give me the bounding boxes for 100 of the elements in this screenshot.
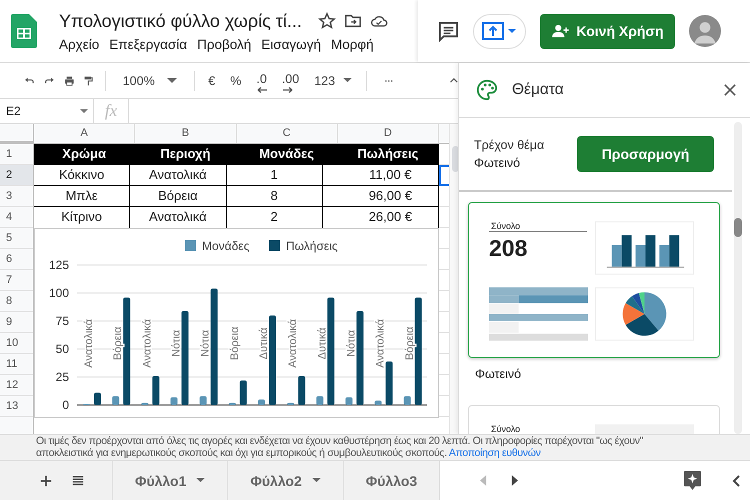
row-header[interactable]: 4 bbox=[0, 207, 33, 228]
currency-button[interactable]: € bbox=[205, 74, 218, 88]
row-header[interactable]: 13 bbox=[0, 396, 33, 417]
axis-label: 50 bbox=[56, 342, 69, 356]
chart-bar bbox=[240, 380, 247, 405]
more-icon[interactable] bbox=[384, 78, 394, 84]
chart-bar bbox=[316, 396, 324, 405]
bar-annotation: Βόρεια bbox=[404, 326, 416, 360]
table-cell: 1 bbox=[226, 165, 323, 185]
table-cell: 8 bbox=[226, 186, 323, 206]
axis-label: 75 bbox=[56, 314, 69, 328]
row-header[interactable]: 10 bbox=[0, 333, 33, 354]
row-header[interactable]: 11 bbox=[0, 354, 33, 375]
dropdown-caret-icon bbox=[166, 78, 177, 84]
axis-label: 0 bbox=[62, 398, 69, 412]
dropdown-caret-icon bbox=[80, 108, 88, 114]
total-value: 208 bbox=[489, 235, 528, 262]
row-header[interactable]: 9 bbox=[0, 312, 33, 333]
bar-annotation: Ανατολικά bbox=[287, 319, 300, 368]
sheet-list-icon[interactable] bbox=[72, 474, 84, 486]
chart-bar bbox=[152, 376, 160, 405]
panel-scrollbar-thumb[interactable] bbox=[734, 218, 742, 237]
bar-annotation: Ανατολικά bbox=[374, 319, 387, 368]
sheets-logo-icon[interactable] bbox=[11, 14, 37, 48]
legend-swatch bbox=[185, 240, 196, 251]
chart-bar bbox=[287, 402, 294, 405]
add-sheet-icon[interactable] bbox=[40, 474, 52, 486]
side-panel-caret-icon[interactable] bbox=[732, 474, 740, 486]
document-title[interactable]: Υπολογιστικό φύλλο χωρίς τί... bbox=[59, 10, 302, 32]
table-cell: 11,00 € bbox=[322, 165, 439, 185]
chart[interactable]: Μονάδες Πωλήσεις 0 25 50 75 100 125 Ανατολικά Βόρεια Ανατολικά Νότια Νότια Βόρεια Δυτικά Ανατολικά Δυτικά Νότια Ανατολικά Βόρεια bbox=[34, 228, 439, 418]
column-header[interactable]: B bbox=[135, 124, 236, 143]
row-header[interactable]: 2 bbox=[0, 165, 33, 186]
comment-icon[interactable] bbox=[438, 20, 459, 42]
menu-item[interactable]: Προβολή bbox=[197, 36, 252, 52]
notice-text: Οι τιμές δεν προέρχονται από όλες τις αγορές και ενδέχεται να έχουν καθυστέρηση έως και 20 λεπτά. Οι πληροφορίες παρέχονται "ως έχουν" bbox=[36, 435, 644, 447]
share-button[interactable]: Κοινή Χρήση bbox=[540, 14, 675, 48]
row-header[interactable]: 12 bbox=[0, 375, 33, 396]
column-header[interactable]: C bbox=[236, 124, 338, 143]
scroll-left-icon[interactable] bbox=[480, 475, 488, 486]
disclaimer-link[interactable]: Αποποίηση ευθυνών bbox=[448, 447, 541, 459]
row-header[interactable]: 7 bbox=[0, 270, 33, 291]
chart-bar bbox=[386, 361, 393, 405]
table-cell: Μπλε bbox=[34, 186, 130, 206]
legend-label: Μονάδες bbox=[202, 239, 250, 253]
menu-item[interactable]: Μορφή bbox=[331, 36, 374, 52]
dropdown-caret-icon bbox=[196, 478, 206, 483]
menu-item[interactable]: Εισαγωγή bbox=[261, 36, 321, 52]
notice-text: αποκλειστικά για ενημερωτικούς σκοπούς και όχι για εμπορικούς ή συμβουλευτικούς σκοπούς. bbox=[36, 447, 447, 459]
zoom-dropdown[interactable]: 100% bbox=[120, 74, 180, 88]
bar-annotation: Νότια bbox=[200, 330, 212, 357]
star-icon[interactable] bbox=[318, 12, 336, 30]
legend-swatch bbox=[269, 240, 280, 251]
sheet-tab[interactable]: Φύλλο2 bbox=[227, 461, 343, 500]
avatar-icon[interactable] bbox=[689, 15, 721, 47]
row-header[interactable]: 5 bbox=[0, 228, 33, 249]
axis-label: 25 bbox=[56, 370, 69, 384]
add-person-icon bbox=[551, 24, 570, 38]
explore-icon[interactable] bbox=[683, 470, 702, 491]
column-header[interactable]: A bbox=[34, 124, 136, 143]
close-icon[interactable] bbox=[724, 84, 736, 96]
menu-item[interactable]: Επεξεργασία bbox=[109, 36, 188, 52]
row-header[interactable]: 6 bbox=[0, 249, 33, 270]
row-header[interactable]: 3 bbox=[0, 186, 33, 207]
bar-annotation: Βόρεια bbox=[112, 326, 124, 360]
collapse-caret-icon[interactable] bbox=[450, 76, 458, 85]
table-cell: Ανατολικά bbox=[130, 165, 226, 185]
column-header[interactable] bbox=[439, 124, 449, 144]
percent-button[interactable]: % bbox=[227, 74, 244, 88]
axis-label: 125 bbox=[48, 258, 69, 272]
number-format-dropdown[interactable]: 123 bbox=[311, 74, 356, 88]
chart-bar bbox=[374, 400, 382, 405]
theme-card[interactable]: Σύνολο 208 bbox=[468, 202, 720, 358]
chart-bar bbox=[94, 392, 101, 405]
scrollbar-thumb[interactable] bbox=[452, 146, 458, 172]
chart-bar bbox=[141, 402, 148, 405]
table-cell: Βόρεια bbox=[130, 186, 226, 206]
bar-annotation: Δυτικά bbox=[316, 327, 328, 360]
bar-annotation: Νότια bbox=[346, 330, 358, 357]
bar-annotation: Ανατολικά bbox=[83, 319, 95, 368]
menu-item[interactable]: Αρχείο bbox=[59, 36, 100, 52]
bar-annotation: Βόρεια bbox=[228, 326, 241, 360]
dropdown-caret-icon bbox=[343, 78, 352, 83]
legend-label: Πωλήσεις bbox=[286, 239, 338, 253]
chart-bar bbox=[170, 397, 178, 405]
chart-bar bbox=[112, 396, 120, 405]
customize-button[interactable]: Προσαρμογή bbox=[577, 136, 714, 172]
scroll-right-icon[interactable] bbox=[511, 475, 518, 486]
fx-label: fx bbox=[94, 99, 129, 123]
present-button[interactable] bbox=[473, 14, 526, 48]
header-cell: Περιοχή bbox=[135, 144, 236, 164]
palette-icon bbox=[476, 79, 498, 101]
sheet-tab[interactable]: Φύλλο1 bbox=[112, 461, 228, 500]
row-header[interactable]: 8 bbox=[0, 291, 33, 312]
cell-reference-field[interactable]: E2 bbox=[0, 99, 94, 123]
chart-bar bbox=[228, 402, 236, 405]
table-cell: Κόκκινο bbox=[34, 165, 130, 185]
move-folder-icon[interactable] bbox=[344, 12, 362, 30]
current-theme-name: Φωτεινό bbox=[474, 156, 522, 170]
panel-title: Θέματα bbox=[512, 81, 565, 99]
